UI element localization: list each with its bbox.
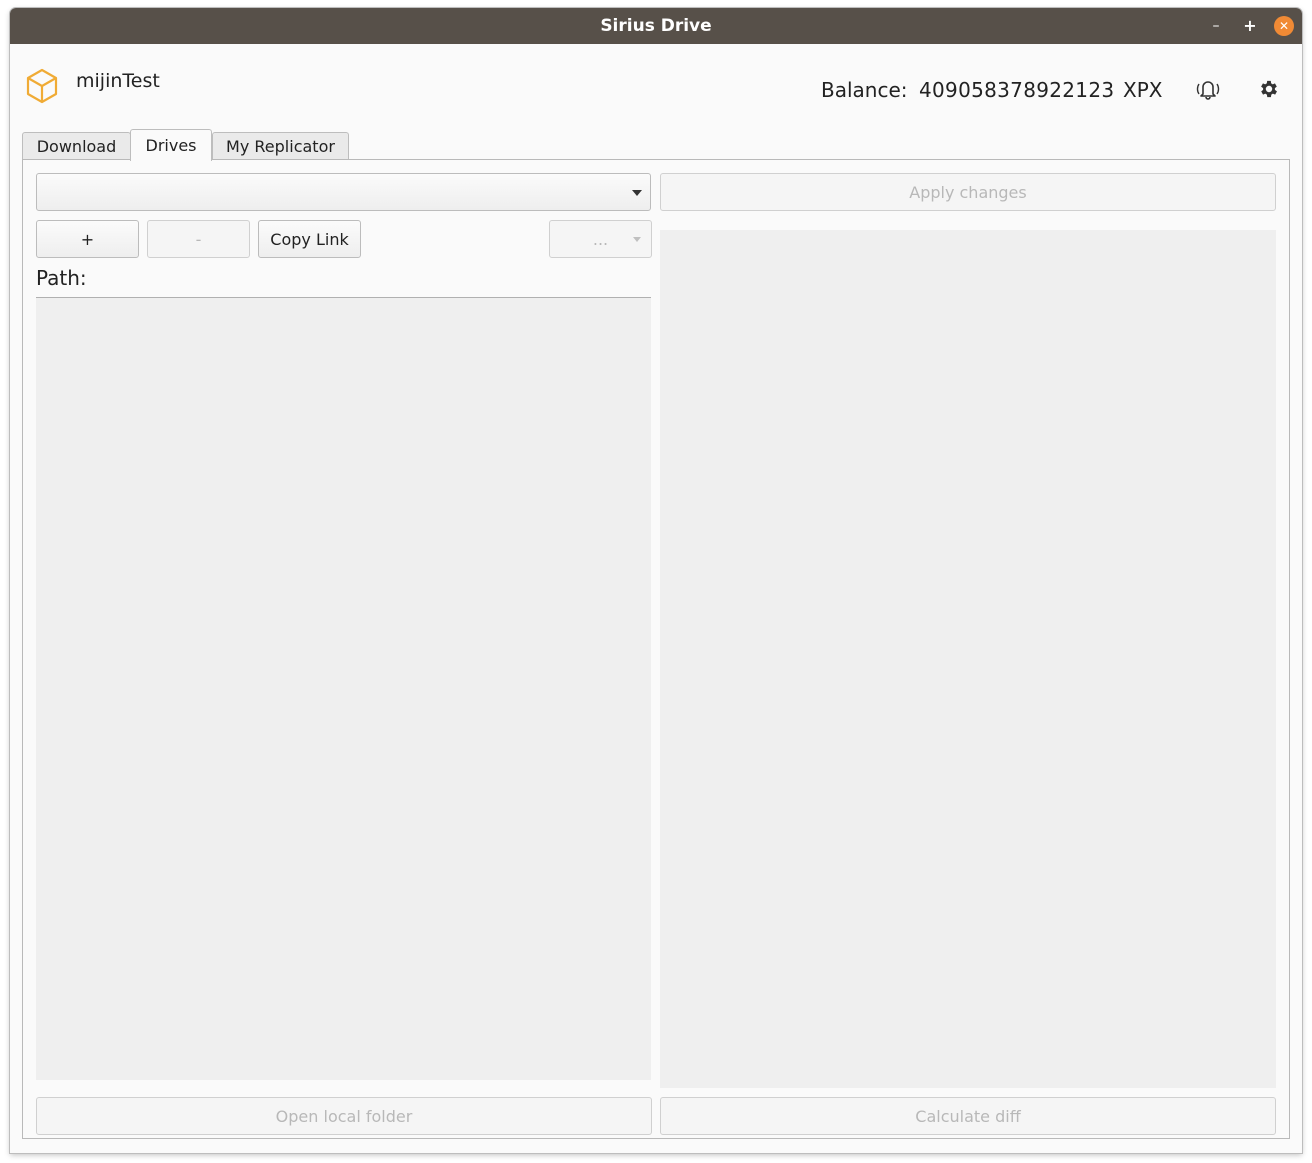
drive-select[interactable]	[36, 173, 651, 211]
balance-value: 409058378922123	[919, 78, 1115, 102]
more-actions-button[interactable]: ...	[549, 220, 652, 258]
gear-icon[interactable]	[1258, 78, 1280, 100]
copy-link-button[interactable]: Copy Link	[258, 220, 361, 258]
drives-panel: Apply changes + - Copy Link ... Path: Op…	[22, 159, 1290, 1139]
open-local-folder-button[interactable]: Open local folder	[36, 1097, 652, 1135]
close-button[interactable]: ✕	[1274, 16, 1294, 36]
bell-icon[interactable]	[1195, 77, 1221, 101]
remove-button[interactable]: -	[147, 220, 250, 258]
diff-view[interactable]	[660, 230, 1276, 1088]
tab-drives[interactable]: Drives	[130, 129, 212, 161]
minimize-button[interactable]: –	[1206, 16, 1226, 36]
maximize-button[interactable]: +	[1240, 16, 1260, 36]
chevron-down-icon	[632, 190, 642, 196]
tab-my-replicator[interactable]: My Replicator	[212, 132, 349, 160]
title-bar[interactable]: Sirius Drive – + ✕	[10, 8, 1302, 44]
window-title: Sirius Drive	[600, 16, 712, 36]
account-header: mijinTest Balance: 409058378922123 XPX	[10, 44, 1302, 128]
add-button[interactable]: +	[36, 220, 139, 258]
more-actions-label: ...	[592, 230, 609, 249]
apply-changes-button[interactable]: Apply changes	[660, 173, 1276, 211]
path-label: Path:	[36, 266, 87, 290]
chevron-down-icon	[633, 237, 641, 242]
calculate-diff-button[interactable]: Calculate diff	[660, 1097, 1276, 1135]
balance-label: Balance:	[821, 78, 908, 102]
drive-files-list[interactable]	[36, 297, 651, 1080]
balance-unit: XPX	[1123, 78, 1163, 102]
package-icon	[26, 68, 58, 104]
tab-download[interactable]: Download	[22, 132, 131, 160]
account-name: mijinTest	[76, 70, 160, 92]
app-window: Sirius Drive – + ✕ mijinTest Balance: 40…	[10, 8, 1302, 1153]
